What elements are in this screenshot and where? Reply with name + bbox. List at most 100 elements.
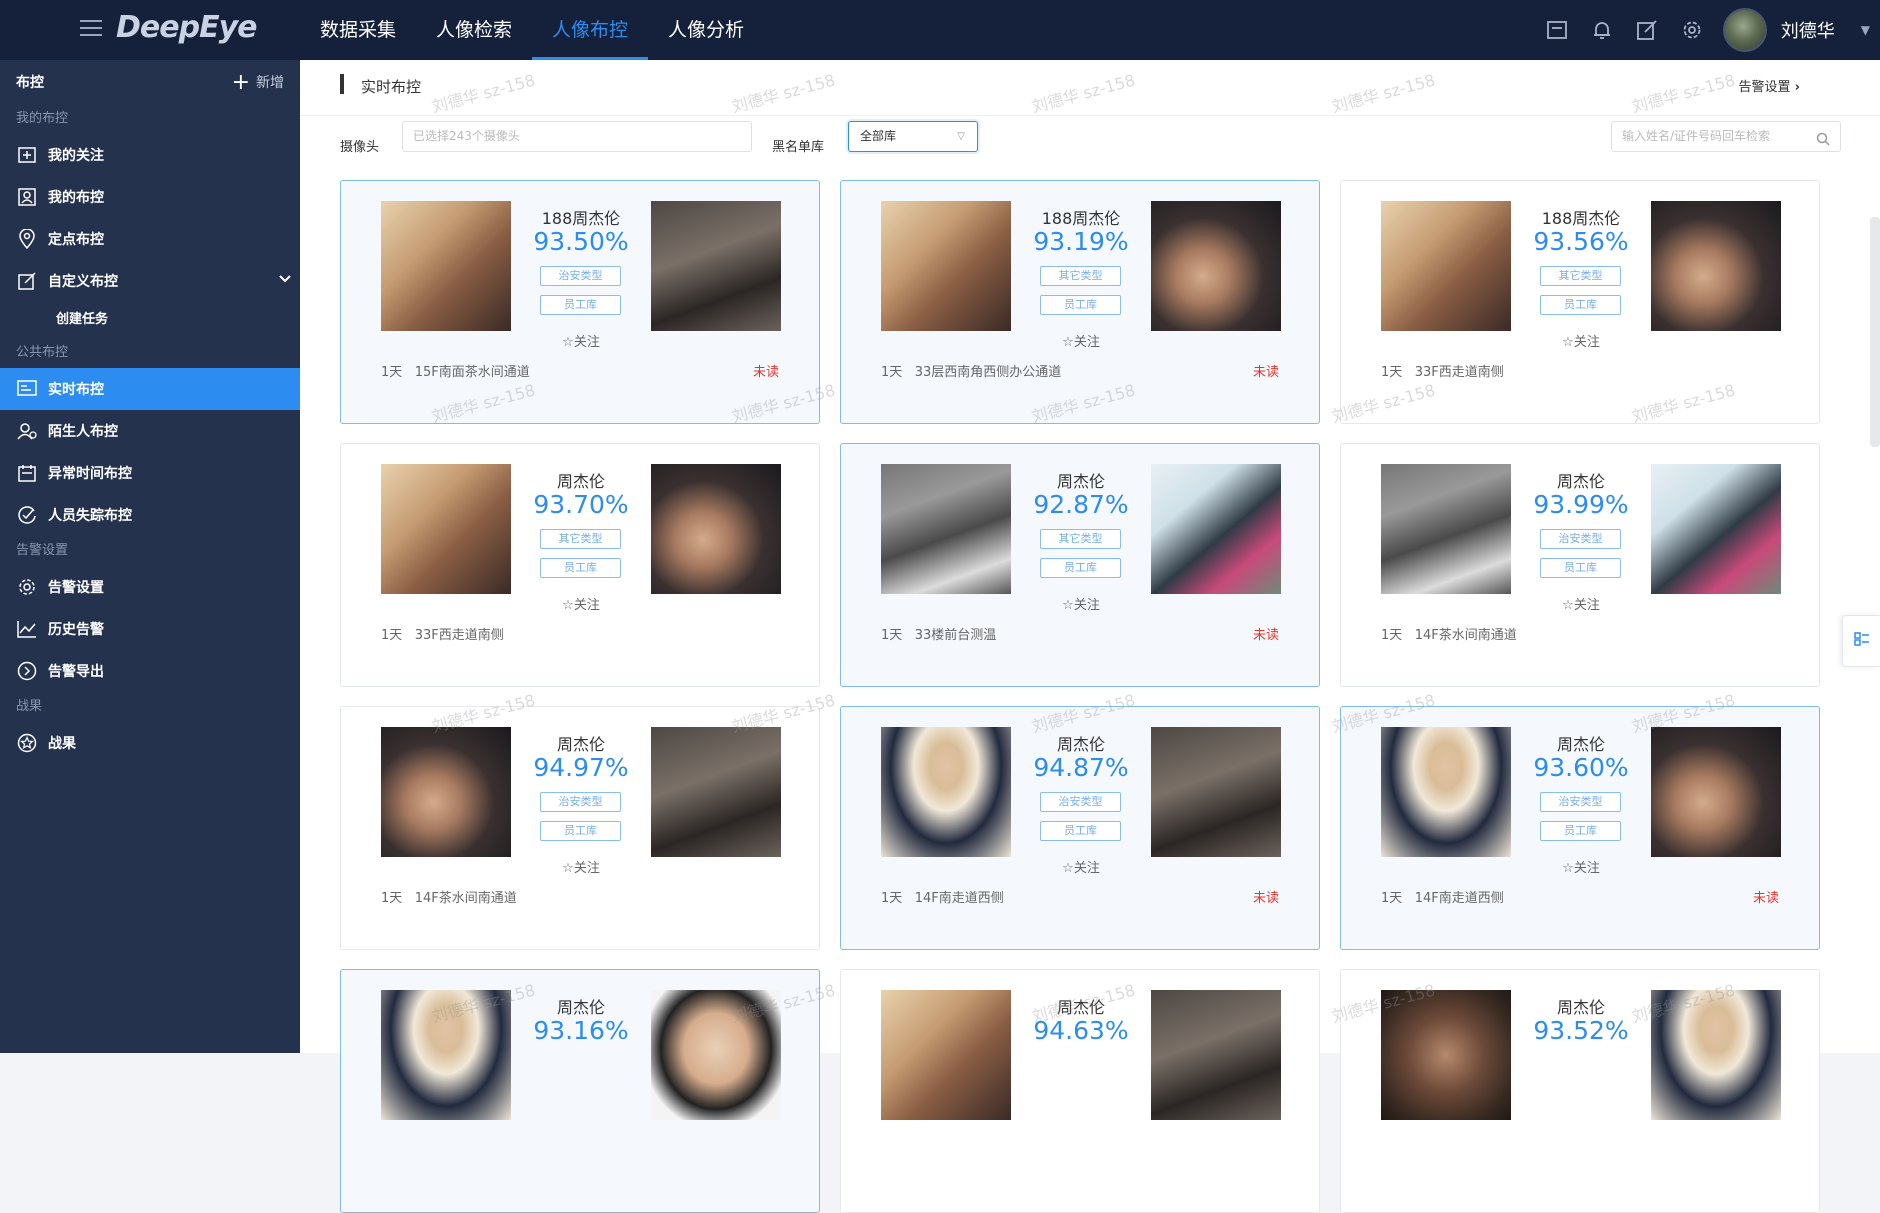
app-logo[interactable]: DeepEye [116, 10, 257, 45]
library-tag: 员工库 [540, 558, 621, 578]
sidebar-item-realtime[interactable]: 实时布控 [0, 368, 300, 410]
nav-portrait-search[interactable]: 人像检索 [416, 0, 532, 60]
person-name: 周杰伦 [556, 735, 605, 754]
camera-selector[interactable]: 已选择243个摄像头 [402, 121, 752, 152]
follow-button[interactable]: ☆关注 [341, 594, 821, 613]
sidebar-item-fixed[interactable]: 定点布控 [0, 218, 300, 260]
alarm-card[interactable]: 188周杰伦 93.19% 其它类型 员工库 ☆关注 1天 33层西南角西侧办公… [840, 180, 1320, 424]
person-name: 周杰伦 [1556, 472, 1605, 491]
group-results: 战果 [16, 699, 43, 714]
card-location-text: 33楼前台测温 [914, 628, 997, 643]
nav-portrait-analysis[interactable]: 人像分析 [648, 0, 764, 60]
type-tag: 其它类型 [1040, 529, 1121, 549]
sidebar-item-missing[interactable]: 人员失踪布控 [0, 494, 300, 536]
list-view-button[interactable] [1842, 615, 1880, 667]
blacklist-label: 黑名单库 [772, 140, 825, 155]
bell-icon[interactable] [1580, 0, 1625, 60]
sidebar-item-alarm-settings[interactable]: 告警设置 [0, 566, 300, 608]
nav-data-collection[interactable]: 数据采集 [300, 0, 416, 60]
arrow-right-circle-icon [16, 660, 38, 682]
card-location-text: 14F茶水间南通道 [1414, 628, 1517, 643]
follow-button[interactable]: ☆关注 [1341, 331, 1821, 350]
sidebar-item-alarm-export[interactable]: 告警导出 [0, 650, 300, 692]
card-time: 1天 [881, 365, 903, 380]
card-location: 1天 33F西走道南侧 [381, 624, 504, 643]
sidebar-item-stranger[interactable]: 陌生人布控 [0, 410, 300, 452]
card-location: 1天 14F茶水间南通道 [381, 887, 517, 906]
alarm-card[interactable]: 188周杰伦 93.50% 治安类型 员工库 ☆关注 1天 15F南面茶水间通道… [340, 180, 820, 424]
top-icons: 刘德华 ▼ [1535, 0, 1880, 60]
sidebar-item-label: 历史告警 [48, 622, 104, 638]
search-icon[interactable] [1816, 128, 1830, 157]
group-my-control: 我的布控 [16, 111, 69, 126]
alarm-card[interactable]: 周杰伦 94.97% 治安类型 员工库 ☆关注 1天 14F茶水间南通道 [340, 706, 820, 950]
type-tag: 其它类型 [1540, 266, 1621, 286]
library-tag: 员工库 [1040, 295, 1121, 315]
follow-button[interactable]: ☆关注 [1341, 857, 1821, 876]
alarm-card[interactable]: 周杰伦 93.99% 治安类型 员工库 ☆关注 1天 14F茶水间南通道 [1340, 443, 1820, 687]
follow-button[interactable]: ☆关注 [341, 331, 821, 350]
star-circle-icon [16, 732, 38, 754]
search-placeholder: 输入姓名/证件号码回车检索 [1622, 129, 1771, 143]
alarm-card[interactable]: 周杰伦 93.70% 其它类型 员工库 ☆关注 1天 33F西走道南侧 [340, 443, 820, 687]
sidebar-item-history-alarm[interactable]: 历史告警 [0, 608, 300, 650]
follow-button[interactable]: ☆关注 [841, 331, 1321, 350]
sidebar-item-label: 我的关注 [48, 148, 104, 164]
sidebar-item-create-task[interactable]: 创建任务 [0, 302, 300, 338]
plus-icon: + [231, 69, 250, 95]
match-score: 94.97% [533, 753, 629, 782]
monitor-icon [16, 378, 38, 400]
sidebar-item-abnormal-time[interactable]: 异常时间布控 [0, 452, 300, 494]
alarm-card[interactable]: 周杰伦 94.63% [840, 969, 1320, 1213]
card-location-text: 33F西走道南侧 [414, 628, 504, 643]
follow-button[interactable]: ☆关注 [841, 594, 1321, 613]
unread-badge: 未读 [1252, 365, 1279, 380]
sidebar-item-label: 告警导出 [48, 664, 104, 680]
chevron-down-icon[interactable] [278, 272, 292, 288]
blacklist-select[interactable]: 全部库 ▽ [848, 121, 978, 152]
user-name[interactable]: 刘德华 [1781, 17, 1835, 43]
alarm-card[interactable]: 周杰伦 93.52% [1340, 969, 1820, 1213]
sidebar-item-custom[interactable]: 自定义布控 [0, 260, 300, 302]
type-tag: 治安类型 [1540, 792, 1621, 812]
sidebar-item-follow[interactable]: 我的关注 [0, 134, 300, 176]
edit-icon[interactable] [1625, 0, 1670, 60]
scrollbar[interactable] [1870, 217, 1880, 447]
sidebar-item-my-control[interactable]: 我的布控 [0, 176, 300, 218]
unread-badge: 未读 [1252, 891, 1279, 906]
library-tag: 员工库 [1540, 295, 1621, 315]
match-score: 92.87% [1033, 490, 1129, 519]
library-tag: 员工库 [1540, 821, 1621, 841]
alarm-card[interactable]: 周杰伦 93.60% 治安类型 员工库 ☆关注 1天 14F南走道西侧 未读 [1340, 706, 1820, 950]
alarm-card[interactable]: 周杰伦 94.87% 治安类型 员工库 ☆关注 1天 14F南走道西侧 未读 [840, 706, 1320, 950]
follow-button[interactable]: ☆关注 [1341, 594, 1821, 613]
page-title: 实时布控 [361, 78, 422, 96]
sidebar-item-label: 我的布控 [48, 190, 104, 206]
group-alarm-settings: 告警设置 [16, 543, 69, 558]
follow-button[interactable]: ☆关注 [841, 857, 1321, 876]
sidebar-item-label: 实时布控 [48, 382, 104, 398]
sidebar-item-results[interactable]: 战果 [0, 722, 300, 764]
plus-square-icon [16, 144, 38, 166]
alarm-card[interactable]: 周杰伦 93.16% [340, 969, 820, 1213]
follow-button[interactable]: ☆关注 [341, 857, 821, 876]
user-card-icon [16, 186, 38, 208]
nav-portrait-control[interactable]: 人像布控 [532, 0, 649, 60]
search-input[interactable]: 输入姓名/证件号码回车检索 [1611, 121, 1841, 152]
alarm-settings-link[interactable]: 告警设置 › [1738, 76, 1800, 95]
card-location: 1天 15F南面茶水间通道 [381, 361, 530, 380]
avatar[interactable] [1722, 8, 1767, 52]
library-tag: 员工库 [1040, 821, 1121, 841]
sidebar-item-label: 战果 [48, 736, 76, 752]
alarm-card[interactable]: 188周杰伦 93.56% 其它类型 员工库 ☆关注 1天 33F西走道南侧 [1340, 180, 1820, 424]
check-circle-icon [16, 504, 38, 526]
add-button[interactable]: + 新增 [232, 70, 284, 95]
match-score: 94.87% [1033, 753, 1129, 782]
screen-icon[interactable] [1535, 0, 1580, 60]
card-location: 1天 14F茶水间南通道 [1381, 624, 1517, 643]
alarm-card[interactable]: 周杰伦 92.87% 其它类型 员工库 ☆关注 1天 33楼前台测温 未读 [840, 443, 1320, 687]
chevron-down-icon[interactable]: ▼ [1861, 23, 1870, 37]
menu-icon[interactable] [80, 20, 102, 38]
gear-icon[interactable] [1670, 0, 1715, 60]
person-name: 周杰伦 [1556, 998, 1605, 1017]
